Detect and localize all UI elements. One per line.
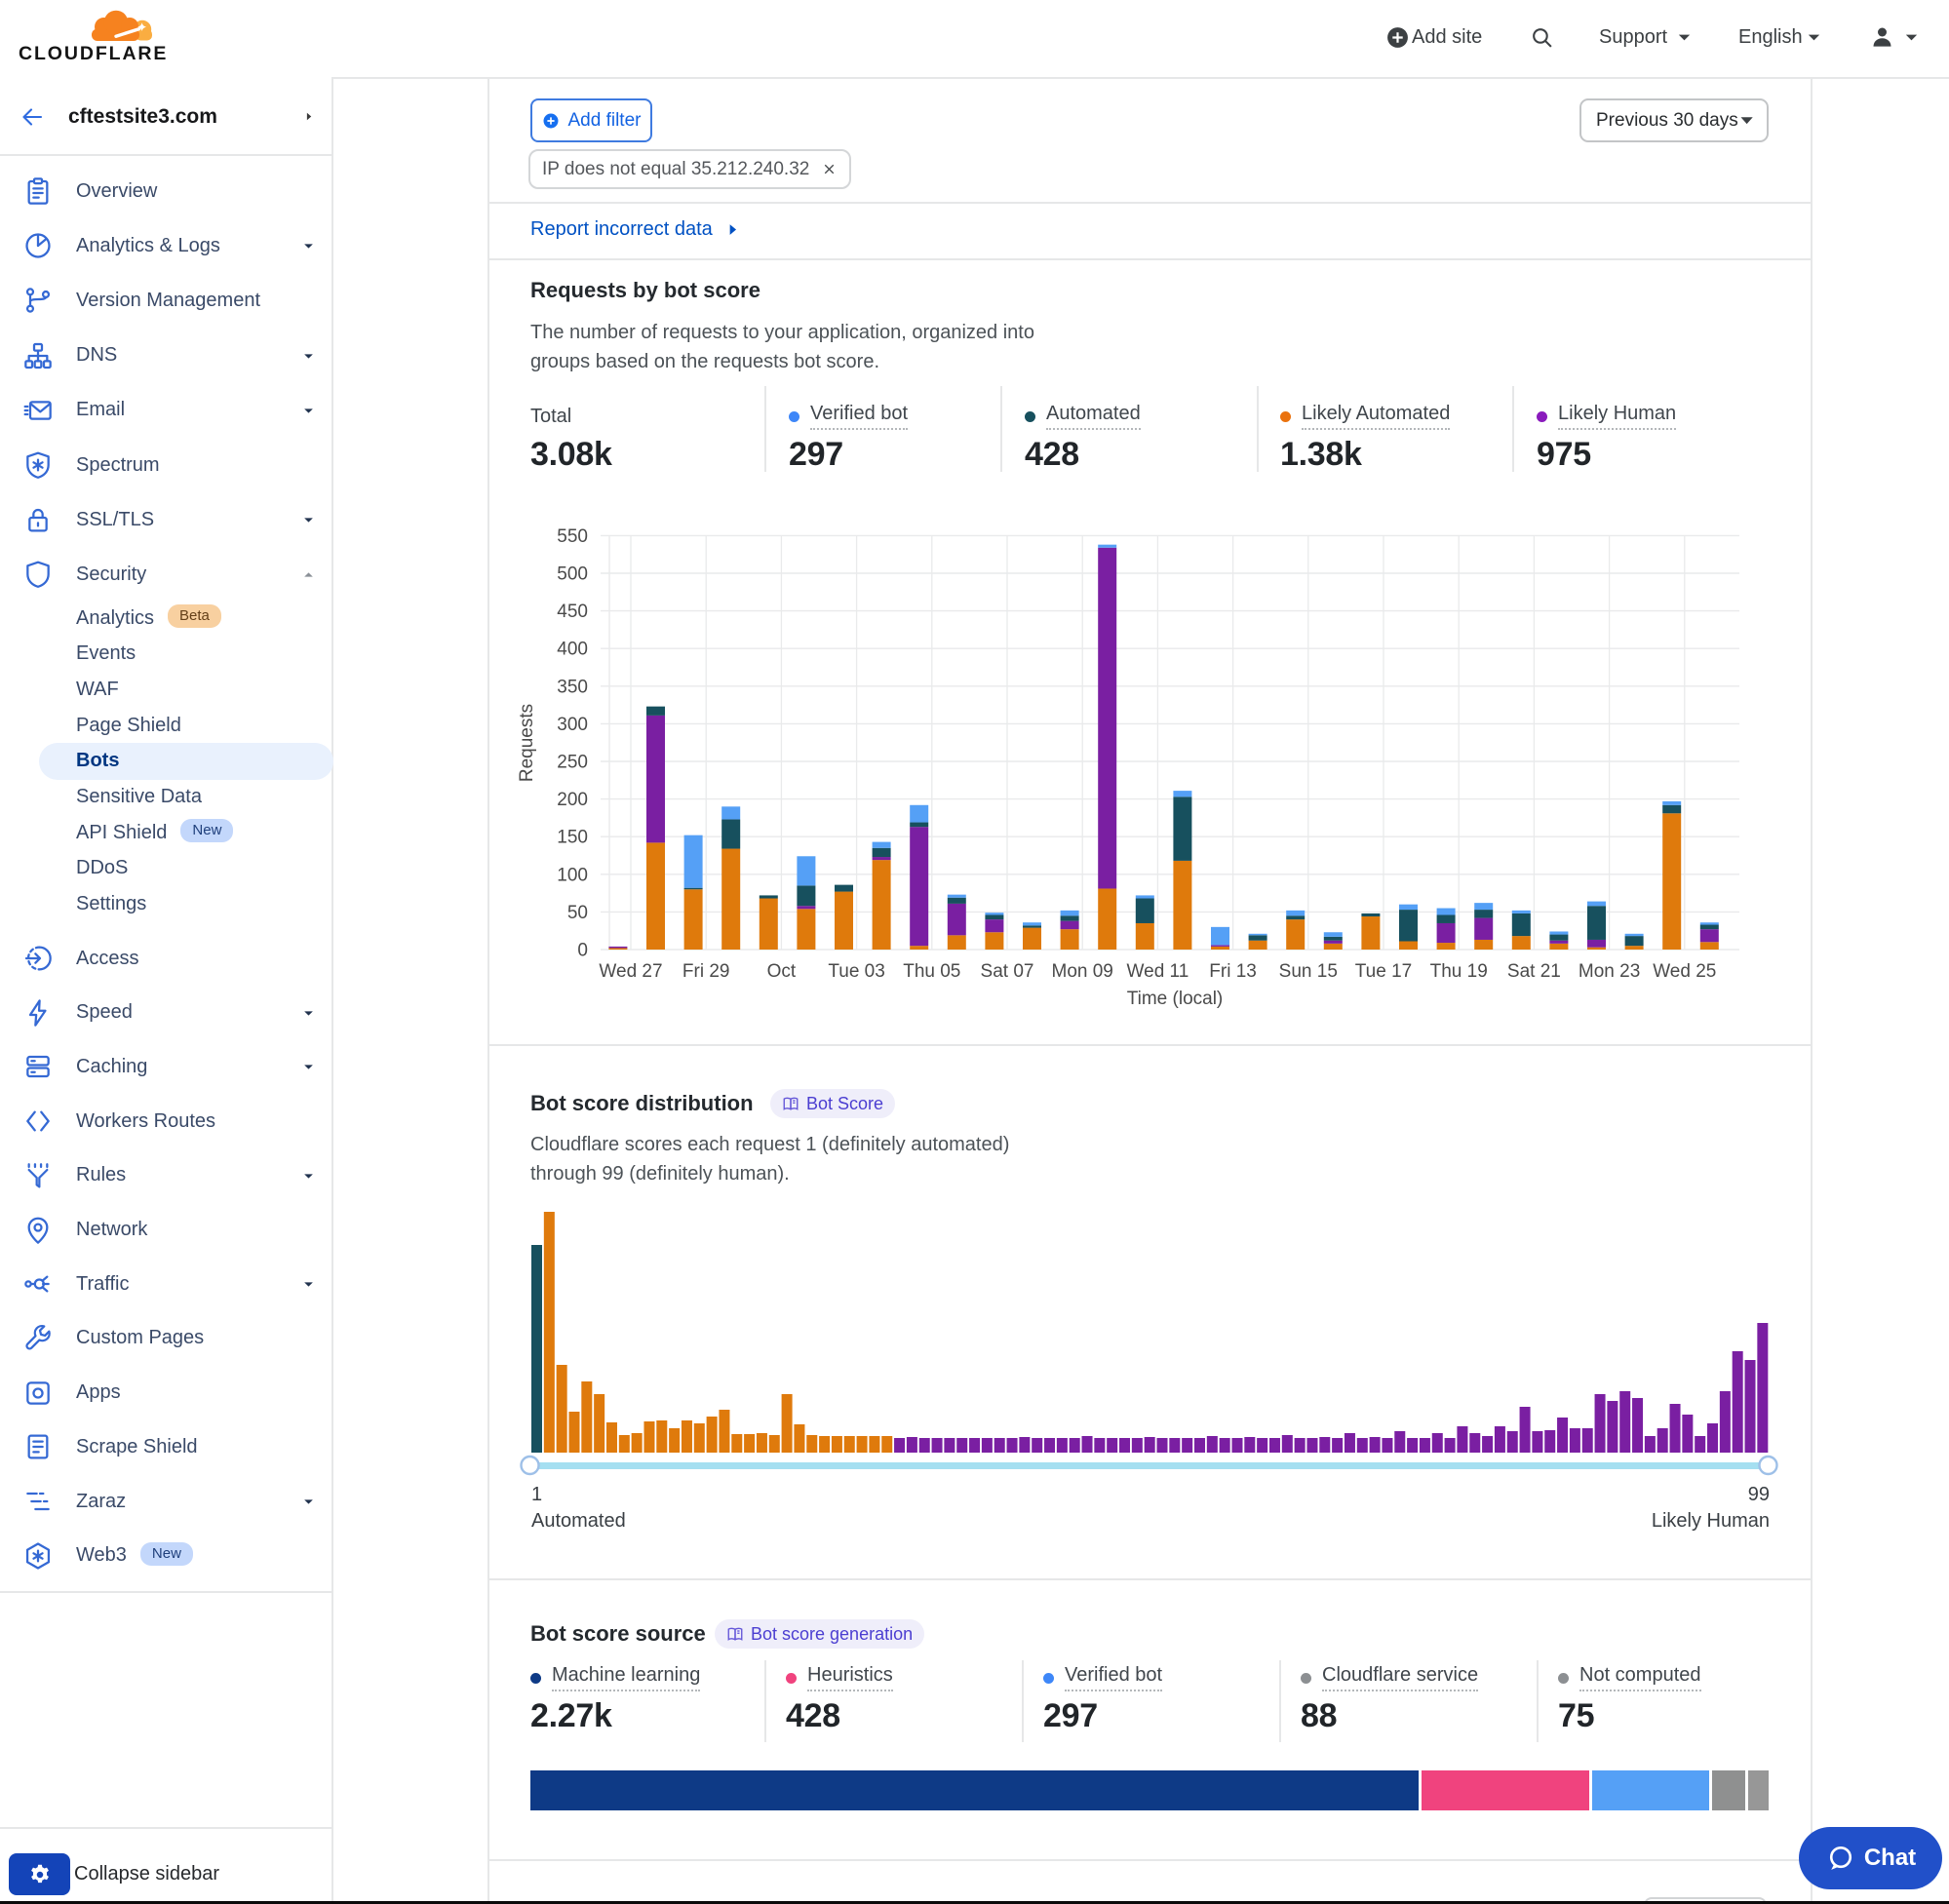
svg-text:400: 400 (557, 640, 588, 660)
svg-text:300: 300 (557, 715, 588, 735)
svg-text:1: 1 (531, 1484, 542, 1505)
svg-text:150: 150 (557, 828, 588, 848)
svg-text:Fri 13: Fri 13 (1209, 961, 1257, 982)
svg-text:Tue 03: Tue 03 (828, 961, 884, 982)
svg-text:Sat 21: Sat 21 (1507, 961, 1561, 982)
svg-text:Sat 07: Sat 07 (981, 961, 1034, 982)
svg-text:99: 99 (1748, 1484, 1770, 1505)
svg-text:Mon 09: Mon 09 (1052, 961, 1113, 982)
svg-text:Oct: Oct (767, 961, 797, 982)
svg-text:Thu 05: Thu 05 (903, 961, 960, 982)
svg-text:Time (local): Time (local) (1127, 989, 1224, 1009)
svg-text:250: 250 (557, 753, 588, 773)
svg-text:Wed 27: Wed 27 (599, 961, 662, 982)
svg-text:Automated: Automated (531, 1510, 626, 1532)
svg-text:100: 100 (557, 865, 588, 885)
svg-text:0: 0 (577, 941, 588, 961)
svg-text:200: 200 (557, 790, 588, 810)
svg-text:50: 50 (567, 903, 588, 923)
svg-text:500: 500 (557, 564, 588, 585)
svg-text:Mon 23: Mon 23 (1579, 961, 1640, 982)
svg-text:Thu 19: Thu 19 (1430, 961, 1488, 982)
svg-text:Wed 25: Wed 25 (1653, 961, 1716, 982)
svg-text:350: 350 (557, 677, 588, 697)
svg-text:Fri 29: Fri 29 (682, 961, 730, 982)
svg-text:Likely Human: Likely Human (1652, 1510, 1770, 1532)
svg-text:550: 550 (557, 526, 588, 547)
svg-text:Requests: Requests (517, 704, 537, 782)
svg-text:450: 450 (557, 602, 588, 622)
svg-text:Tue 17: Tue 17 (1355, 961, 1412, 982)
svg-text:Wed 11: Wed 11 (1127, 961, 1189, 982)
svg-text:Sun 15: Sun 15 (1279, 961, 1338, 982)
